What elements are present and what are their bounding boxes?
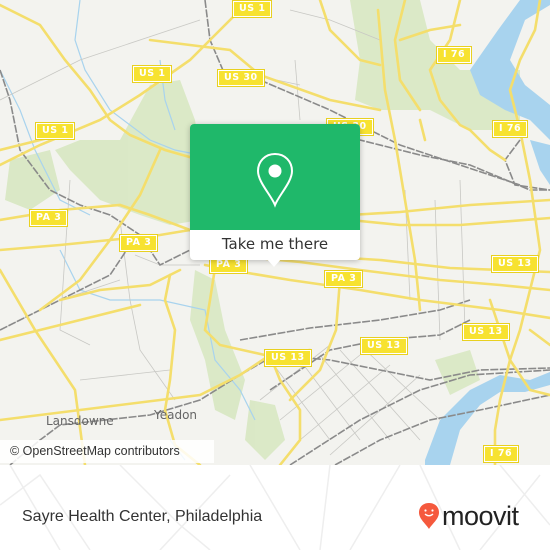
route-shield: US 1 <box>34 122 76 140</box>
moovit-wordmark: moovit <box>442 501 519 531</box>
moovit-pin-icon <box>419 503 439 529</box>
route-shield: US 13 <box>264 349 312 367</box>
route-shield: I 76 <box>435 46 473 64</box>
place-label-yeadon: Yeadon <box>154 408 198 422</box>
route-shield: I 76 <box>482 445 520 463</box>
route-shield: PA 3 <box>323 270 364 288</box>
route-shield: US 13 <box>462 323 510 341</box>
route-shield: US 1 <box>231 0 273 18</box>
map-view[interactable]: US 1 US 1 US 30 US 1 PA 3 PA 3 US 30 I 7… <box>0 0 550 465</box>
place-label-lansdowne: Lansdowne <box>46 414 114 428</box>
popup-header <box>190 124 360 230</box>
route-shield: US 1 <box>131 65 173 83</box>
footer-bar: Sayre Health Center, Philadelphia moovit <box>0 465 550 550</box>
route-shield: I 76 <box>491 120 529 138</box>
location-title: Sayre Health Center, Philadelphia <box>22 508 263 525</box>
location-pin-icon <box>256 152 294 208</box>
popup-pointer <box>266 258 282 267</box>
location-popup: Take me there <box>190 124 360 267</box>
moovit-logo[interactable]: moovit <box>418 502 519 530</box>
route-shield: US 13 <box>360 337 408 355</box>
route-shield: US 30 <box>217 69 265 87</box>
take-me-there-button[interactable]: Take me there <box>190 230 360 260</box>
route-shield: PA 3 <box>118 234 159 252</box>
route-shield: US 13 <box>491 255 539 273</box>
map-attribution[interactable]: © OpenStreetMap contributors <box>0 440 214 463</box>
route-shield: PA 3 <box>28 209 69 227</box>
